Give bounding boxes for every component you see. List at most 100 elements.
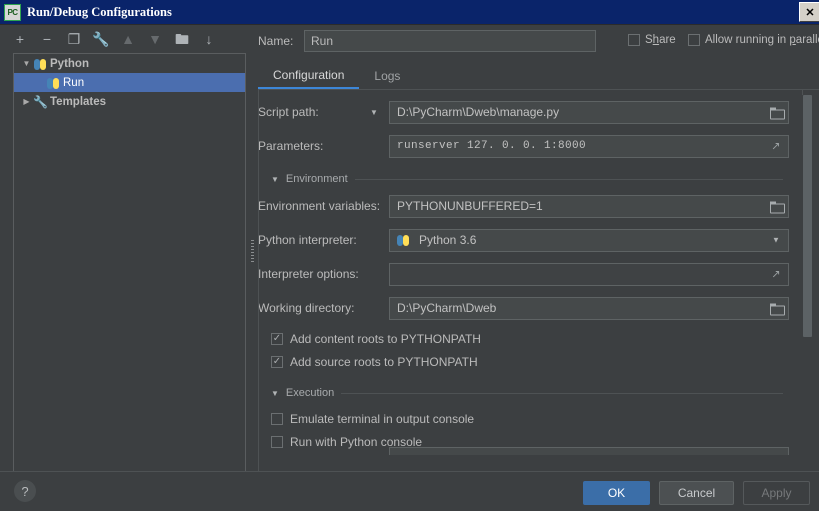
interpreter-options-input[interactable]: ↗ [389, 263, 789, 286]
name-label: Name: [258, 34, 304, 48]
copy-button[interactable]: ❐ [66, 31, 82, 47]
parameters-label: Parameters: [258, 139, 389, 153]
chevron-down-icon[interactable]: ▼ [271, 175, 279, 184]
checkbox-box[interactable] [271, 436, 283, 448]
environment-section-header[interactable]: ▼ Environment [258, 171, 783, 187]
tree-item-run[interactable]: Run [14, 73, 245, 92]
form-scrollbar[interactable] [802, 95, 813, 471]
python-interpreter-select[interactable]: Python 3.6 ▼ [389, 229, 789, 252]
add-button[interactable]: + [12, 31, 28, 47]
chevron-down-icon[interactable]: ▼ [20, 59, 33, 68]
python-icon [46, 76, 60, 90]
share-checkbox[interactable]: Share [628, 34, 676, 46]
python-icon [396, 233, 410, 247]
run-debug-configurations-dialog: + − ❐ 🔧 ▲ ▼ 🖿 ↓ ▼ Python Run [0, 25, 819, 511]
configuration-form: Script path: ▼ D:\PyCharm\Dweb\manage.py… [258, 92, 799, 455]
python-interpreter-value: Python 3.6 [419, 233, 476, 247]
working-directory-label: Working directory: [258, 301, 389, 315]
wrench-icon[interactable]: 🔧 [93, 31, 109, 47]
python-icon [33, 57, 47, 71]
environment-variables-row: Environment variables: PYTHONUNBUFFERED=… [258, 194, 799, 218]
working-directory-input[interactable]: D:\PyCharm\Dweb [389, 297, 789, 320]
add-source-roots-label: Add source roots to PYTHONPATH [290, 355, 478, 369]
checkbox-box[interactable] [688, 34, 700, 46]
move-up-button[interactable]: ▲ [120, 31, 136, 47]
allow-parallel-label: Allow running in parallel [705, 34, 819, 46]
expand-icon[interactable]: ↗ [767, 266, 785, 283]
environment-section-title: Environment [286, 173, 348, 185]
working-directory-row: Working directory: D:\PyCharm\Dweb [258, 296, 799, 320]
ok-button[interactable]: OK [583, 481, 650, 505]
tree-item-python[interactable]: ▼ Python [14, 54, 245, 73]
working-directory-value: D:\PyCharm\Dweb [397, 301, 496, 315]
environment-variables-input[interactable]: PYTHONUNBUFFERED=1 [389, 195, 789, 218]
chevron-down-icon[interactable]: ▼ [271, 389, 279, 398]
folder-icon [770, 303, 783, 313]
browse-button[interactable] [767, 198, 785, 215]
add-content-roots-checkbox[interactable]: Add content roots to PYTHONPATH [271, 330, 481, 348]
window-titlebar: PC Run/Debug Configurations ✕ [0, 0, 819, 25]
divider [341, 393, 783, 394]
add-source-roots-checkbox[interactable]: Add source roots to PYTHONPATH [271, 353, 478, 371]
panel-splitter[interactable] [250, 25, 255, 471]
configurations-tree[interactable]: ▼ Python Run ▶ 🔧 Templates [13, 53, 246, 499]
emulate-terminal-label: Emulate terminal in output console [290, 412, 474, 426]
editor-tabs: Configuration Logs [258, 63, 819, 90]
configurations-panel: + − ❐ 🔧 ▲ ▼ 🖿 ↓ ▼ Python Run [0, 25, 248, 471]
tree-item-label: Python [50, 58, 89, 70]
interpreter-options-row: Interpreter options: ↗ [258, 262, 799, 286]
parameters-input[interactable]: runserver 127. 0. 0. 1:8000 ↗ [389, 135, 789, 158]
expand-icon[interactable]: ↗ [767, 138, 785, 155]
script-path-input[interactable]: D:\PyCharm\Dweb\manage.py [389, 101, 789, 124]
pycharm-pc-icon: PC [4, 4, 21, 21]
share-label: Share [645, 34, 676, 46]
splitter-grip[interactable] [251, 240, 254, 262]
configurations-toolbar: + − ❐ 🔧 ▲ ▼ 🖿 ↓ [0, 25, 248, 52]
close-icon[interactable]: ✕ [799, 2, 819, 22]
window-title: Run/Debug Configurations [27, 5, 172, 20]
python-interpreter-row: Python interpreter: Python 3.6 ▼ [258, 228, 799, 252]
name-input[interactable]: Run [304, 30, 596, 52]
browse-button[interactable] [767, 104, 785, 121]
tree-item-templates[interactable]: ▶ 🔧 Templates [14, 92, 245, 111]
clipped-field[interactable] [389, 447, 789, 455]
help-button[interactable]: ? [14, 480, 36, 502]
tab-logs[interactable]: Logs [359, 63, 415, 89]
chevron-down-icon[interactable]: ▼ [767, 232, 785, 249]
script-path-mode-chevron-down-icon[interactable]: ▼ [370, 108, 378, 117]
script-path-row: Script path: ▼ D:\PyCharm\Dweb\manage.py [258, 100, 799, 124]
cancel-button[interactable]: Cancel [659, 481, 734, 505]
browse-button[interactable] [767, 300, 785, 317]
folder-icon [770, 201, 783, 211]
allow-parallel-checkbox[interactable]: Allow running in parallel [688, 34, 819, 46]
configuration-editor-panel: Name: Run Share Allow running in paralle… [258, 25, 819, 471]
wrench-icon: 🔧 [33, 95, 47, 109]
add-content-roots-label: Add content roots to PYTHONPATH [290, 332, 481, 346]
folder-icon [770, 107, 783, 117]
checkbox-box[interactable] [271, 333, 283, 345]
new-folder-button[interactable]: 🖿 [174, 31, 190, 47]
checkbox-box[interactable] [271, 413, 283, 425]
tree-item-label: Templates [50, 96, 106, 108]
tab-configuration[interactable]: Configuration [258, 63, 359, 89]
interpreter-options-label: Interpreter options: [258, 267, 389, 281]
checkbox-box[interactable] [628, 34, 640, 46]
apply-button[interactable]: Apply [743, 481, 810, 505]
sort-alphabetically-button[interactable]: ↓ [201, 31, 217, 47]
script-path-value: D:\PyCharm\Dweb\manage.py [397, 105, 559, 119]
tree-item-label: Run [63, 77, 84, 89]
environment-variables-label: Environment variables: [258, 199, 389, 213]
scrollbar-thumb[interactable] [803, 95, 812, 337]
dialog-footer: ? OK Cancel Apply [0, 471, 819, 511]
parameters-value: runserver 127. 0. 0. 1:8000 [397, 140, 586, 152]
execution-section-header[interactable]: ▼ Execution [258, 385, 783, 401]
remove-button[interactable]: − [39, 31, 55, 47]
checkbox-box[interactable] [271, 356, 283, 368]
chevron-right-icon[interactable]: ▶ [20, 97, 33, 106]
emulate-terminal-checkbox[interactable]: Emulate terminal in output console [271, 410, 474, 428]
move-down-button[interactable]: ▼ [147, 31, 163, 47]
python-interpreter-label: Python interpreter: [258, 233, 389, 247]
divider [355, 179, 783, 180]
parameters-row: Parameters: runserver 127. 0. 0. 1:8000 … [258, 134, 799, 158]
execution-section-title: Execution [286, 387, 334, 399]
